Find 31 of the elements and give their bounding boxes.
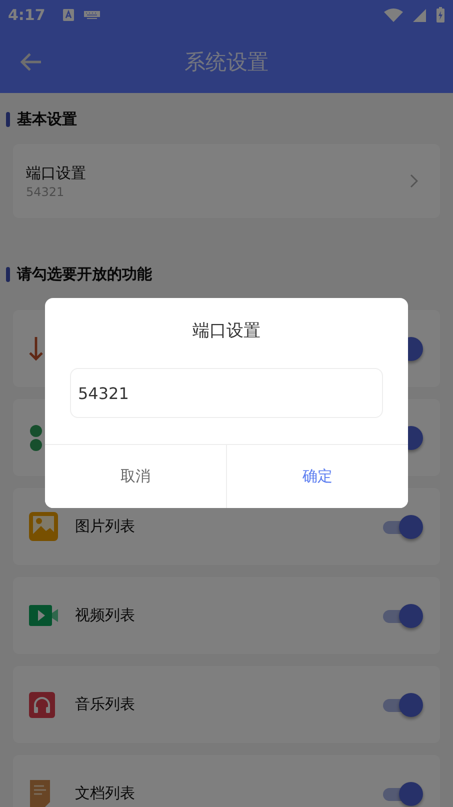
feature-label: 视频列表 — [75, 606, 135, 625]
section-title: 基本设置 — [17, 110, 77, 128]
port-input-field[interactable]: 54321 — [70, 368, 383, 418]
battery-icon — [436, 7, 445, 23]
wifi-icon — [384, 8, 403, 22]
toggle-switch[interactable] — [383, 514, 423, 540]
document-icon — [29, 780, 51, 807]
confirm-button[interactable]: 确定 — [226, 445, 408, 508]
keyboard-icon — [84, 11, 100, 19]
dots-icon — [29, 424, 43, 450]
image-icon — [29, 512, 58, 541]
feature-label: 文档列表 — [75, 784, 135, 803]
chevron-icon — [410, 174, 418, 188]
toggle-switch[interactable] — [383, 692, 423, 718]
section-marker — [6, 112, 10, 126]
down-arrow-icon — [29, 336, 43, 360]
section-marker — [6, 266, 10, 282]
section-title: 请勾选要开放的功能 — [17, 264, 152, 284]
screen-title: 系统设置 — [184, 48, 268, 76]
video-camera-icon — [29, 605, 58, 626]
dialog-title: 端口设置 — [192, 320, 260, 342]
feature-label: 图片列表 — [75, 517, 135, 536]
back-arrow-icon — [20, 52, 42, 72]
text-input-icon — [63, 9, 74, 21]
row-label: 端口设置 — [26, 164, 86, 182]
toggle-switch[interactable] — [383, 602, 423, 628]
clock: 4:17 — [8, 6, 46, 24]
headphones-icon — [29, 692, 55, 718]
signal-icon — [413, 8, 426, 22]
toggle-switch[interactable] — [383, 780, 423, 806]
feature-label: 音乐列表 — [75, 695, 135, 714]
